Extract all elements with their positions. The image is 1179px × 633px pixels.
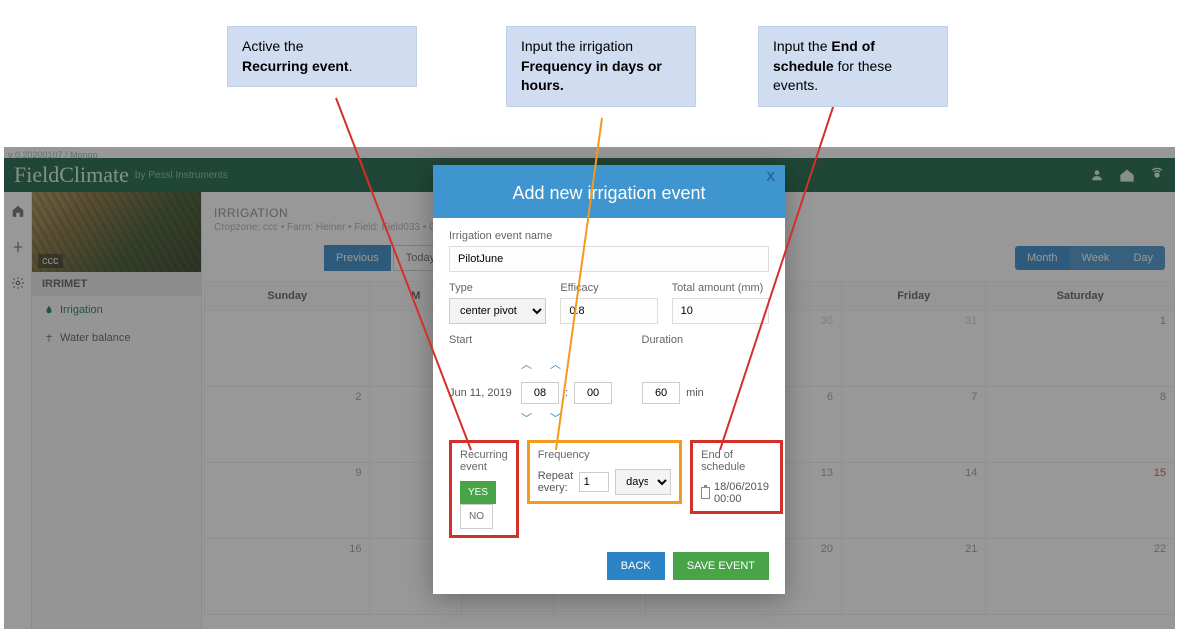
amount-label: Total amount (mm): [672, 282, 769, 294]
time-row: Jun 11, 2019 : min: [449, 382, 769, 404]
start-hour-input[interactable]: [521, 382, 559, 404]
recurring-box: Recurring event YESNO: [449, 440, 519, 538]
modal-title: Add new irrigation event: [512, 183, 705, 203]
frequency-label: Frequency: [538, 449, 671, 461]
end-value[interactable]: 18/06/2019 00:00: [714, 481, 772, 505]
recurring-label: Recurring event: [460, 449, 508, 473]
time-arrows-down: ﹀ ﹀: [521, 410, 769, 426]
save-event-button[interactable]: SAVE EVENT: [673, 552, 769, 580]
text: Active the: [242, 38, 303, 54]
close-icon[interactable]: X: [766, 169, 775, 184]
frequency-box: Frequency Repeat every: days: [527, 440, 682, 504]
modal-body: Irrigation event name Type center pivot …: [433, 218, 785, 552]
chevron-up-icon[interactable]: ︿: [521, 356, 532, 372]
end-label: End of schedule: [701, 449, 772, 473]
callout-recurring: Active the Recurring event.: [227, 26, 417, 87]
event-name-label: Irrigation event name: [449, 230, 769, 242]
duration-unit: min: [686, 387, 704, 399]
calendar-icon[interactable]: [701, 487, 710, 499]
type-label: Type: [449, 282, 546, 294]
repeat-unit-select[interactable]: days: [615, 469, 671, 495]
amount-input[interactable]: [672, 298, 769, 324]
start-label: Start: [449, 334, 628, 346]
colon: :: [565, 387, 568, 399]
text: .: [349, 58, 353, 74]
back-button[interactable]: BACK: [607, 552, 665, 580]
yes-button[interactable]: YES: [460, 481, 496, 504]
chevron-down-icon[interactable]: ﹀: [550, 410, 561, 426]
text: Input the: [773, 38, 831, 54]
repeat-label: Repeat every:: [538, 470, 573, 494]
modal-header: Add new irrigation event X: [433, 165, 785, 218]
lower-row: Recurring event YESNO Frequency Repeat e…: [449, 440, 769, 538]
duration-input[interactable]: [642, 382, 680, 404]
type-select[interactable]: center pivot: [449, 298, 546, 324]
text: Recurring event: [242, 58, 349, 74]
add-irrigation-modal: Add new irrigation event X Irrigation ev…: [433, 165, 785, 594]
time-arrows-up: ︿ ︿: [521, 356, 769, 372]
chevron-up-icon[interactable]: ︿: [550, 356, 561, 372]
start-date: Jun 11, 2019: [449, 387, 515, 399]
efficacy-input[interactable]: [560, 298, 657, 324]
callout-end: Input the End of schedule for these even…: [758, 26, 948, 107]
modal-footer: BACK SAVE EVENT: [433, 552, 785, 594]
start-min-input[interactable]: [574, 382, 612, 404]
end-schedule-box: End of schedule 18/06/2019 00:00: [690, 440, 783, 514]
event-name-input[interactable]: [449, 246, 769, 272]
callout-frequency: Input the irrigation Frequency in days o…: [506, 26, 696, 107]
repeat-count-input[interactable]: [579, 472, 609, 492]
text: Input the irrigation: [521, 38, 633, 54]
text: Frequency in days or hours.: [521, 58, 662, 94]
chevron-down-icon[interactable]: ﹀: [521, 410, 532, 426]
duration-label: Duration: [642, 334, 770, 346]
efficacy-label: Efficacy: [560, 282, 657, 294]
no-button[interactable]: NO: [460, 504, 493, 529]
